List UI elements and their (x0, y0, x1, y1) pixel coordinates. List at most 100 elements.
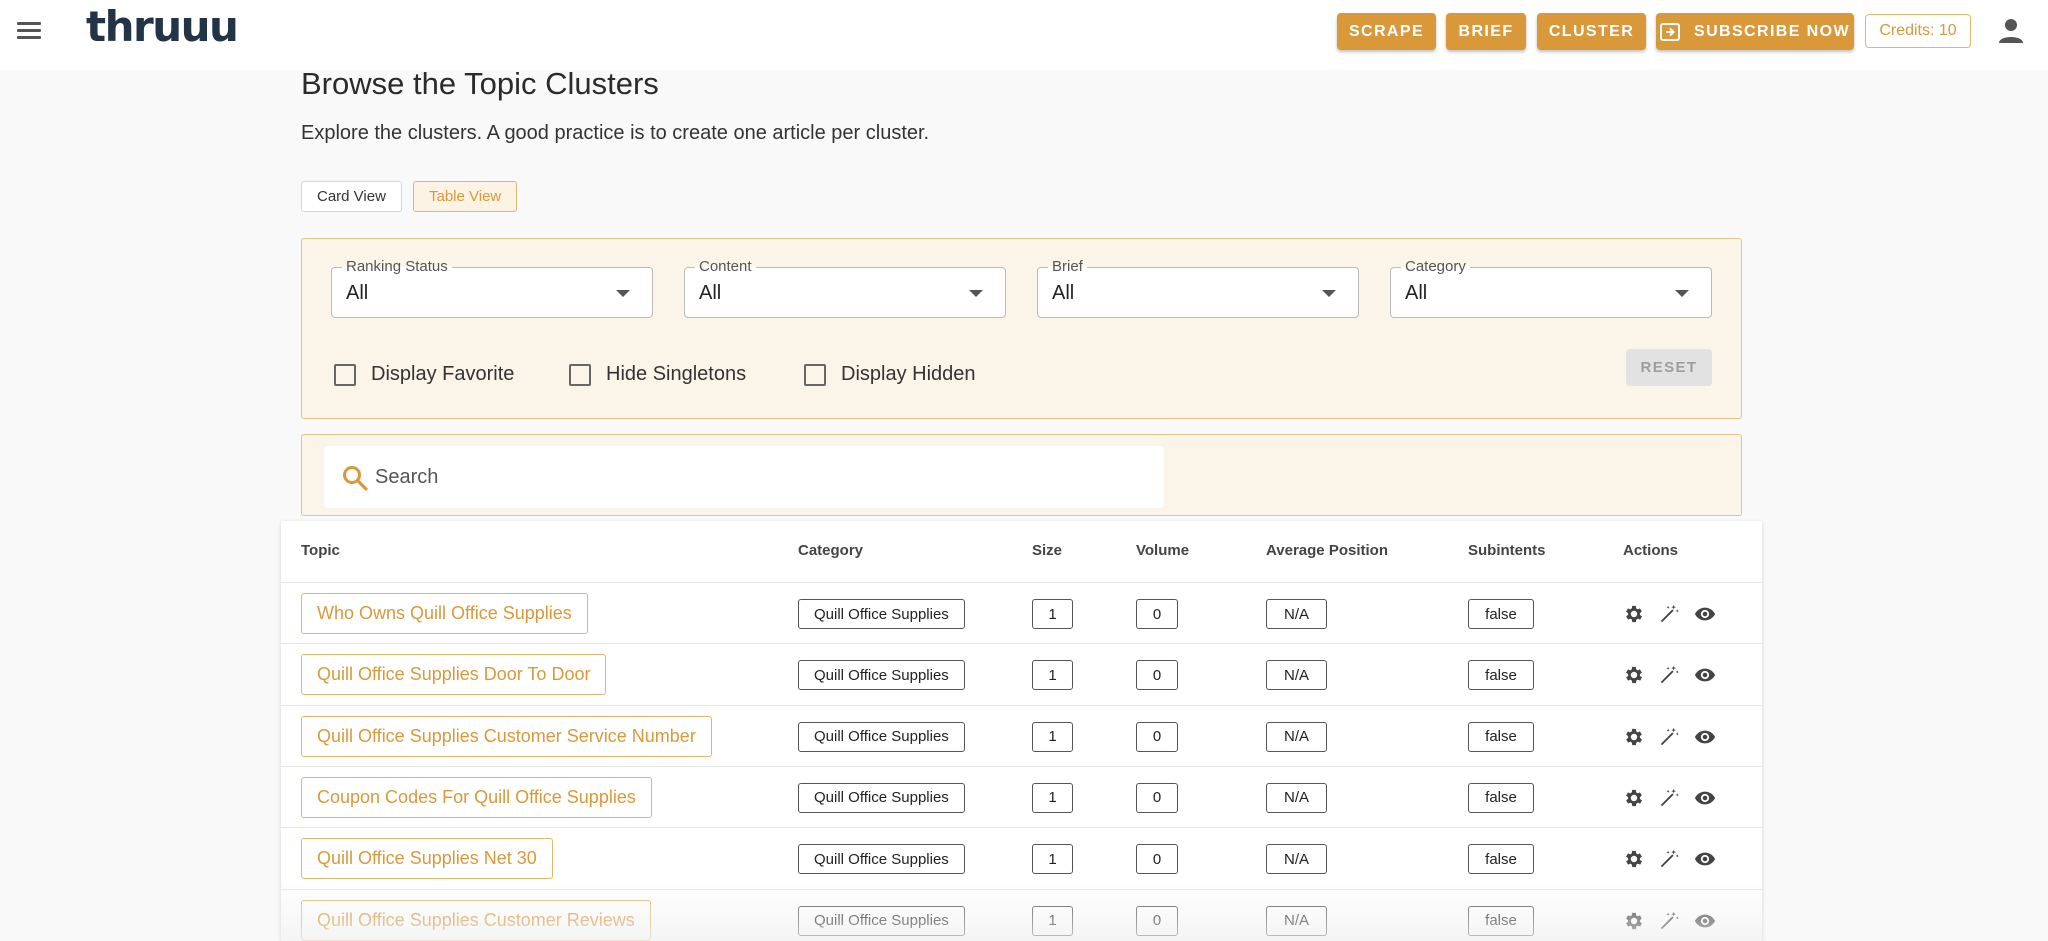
average-position-chip: N/A (1266, 783, 1327, 813)
checkbox-label: Display Favorite (371, 363, 514, 386)
topic-chip[interactable]: Quill Office Supplies Net 30 (301, 838, 553, 879)
volume-chip: 0 (1136, 906, 1178, 936)
category-chip: Quill Office Supplies (798, 599, 965, 629)
column-header-subintents[interactable]: Subintents (1468, 542, 1546, 559)
column-header-average-position[interactable]: Average Position (1266, 542, 1388, 559)
size-chip: 1 (1032, 783, 1073, 813)
subintents-chip: false (1468, 722, 1534, 752)
display-hidden-checkbox[interactable]: Display Hidden (804, 363, 976, 386)
category-select[interactable]: Category All (1390, 267, 1712, 318)
subintents-chip: false (1468, 599, 1534, 629)
checkbox-box[interactable] (804, 364, 826, 386)
column-header-volume[interactable]: Volume (1136, 542, 1189, 559)
average-position-chip: N/A (1266, 906, 1327, 936)
eye-icon[interactable] (1694, 910, 1716, 932)
volume-chip: 0 (1136, 844, 1178, 874)
clusters-table: Topic Category Size Volume Average Posit… (281, 521, 1762, 941)
eye-icon[interactable] (1694, 664, 1716, 686)
topic-chip[interactable]: Quill Office Supplies Door To Door (301, 654, 606, 695)
eye-icon[interactable] (1694, 787, 1716, 809)
eye-icon[interactable] (1694, 726, 1716, 748)
gear-icon[interactable] (1623, 726, 1645, 748)
cluster-button[interactable]: CLUSTER (1537, 13, 1646, 50)
category-chip: Quill Office Supplies (798, 844, 965, 874)
category-chip: Quill Office Supplies (798, 660, 965, 690)
table-row: Quill Office Supplies Door To Door Quill … (281, 643, 1762, 704)
subscribe-now-button[interactable]: SUBSCRIBE NOW (1656, 13, 1854, 50)
magic-wand-icon[interactable] (1658, 603, 1680, 625)
magic-wand-icon[interactable] (1658, 726, 1680, 748)
hamburger-menu-icon[interactable] (14, 18, 46, 44)
magic-wand-icon[interactable] (1658, 787, 1680, 809)
logo[interactable]: thruuu (86, 2, 237, 51)
subscribe-now-label: SUBSCRIBE NOW (1694, 23, 1850, 41)
gear-icon[interactable] (1623, 664, 1645, 686)
average-position-chip: N/A (1266, 722, 1327, 752)
gear-icon[interactable] (1623, 603, 1645, 625)
subintents-chip: false (1468, 906, 1534, 936)
search-box[interactable] (324, 446, 1164, 508)
login-icon (1660, 23, 1680, 41)
caret-down-icon (1675, 290, 1689, 297)
select-value: All (1052, 282, 1074, 305)
select-label: Brief (1048, 258, 1087, 275)
column-header-size[interactable]: Size (1032, 542, 1062, 559)
volume-chip: 0 (1136, 660, 1178, 690)
subintents-chip: false (1468, 660, 1534, 690)
ranking-status-select[interactable]: Ranking Status All (331, 267, 653, 318)
subintents-chip: false (1468, 783, 1534, 813)
average-position-chip: N/A (1266, 599, 1327, 629)
topic-chip[interactable]: Quill Office Supplies Customer Service N… (301, 716, 712, 757)
average-position-chip: N/A (1266, 844, 1327, 874)
eye-icon[interactable] (1694, 603, 1716, 625)
magic-wand-icon[interactable] (1658, 664, 1680, 686)
select-label: Content (695, 258, 756, 275)
display-favorite-checkbox[interactable]: Display Favorite (334, 363, 514, 386)
category-chip: Quill Office Supplies (798, 722, 965, 752)
size-chip: 1 (1032, 844, 1073, 874)
credits-badge[interactable]: Credits: 10 (1865, 14, 1971, 48)
column-header-actions: Actions (1623, 542, 1678, 559)
column-header-category[interactable]: Category (798, 542, 863, 559)
select-label: Category (1401, 258, 1470, 275)
scrape-button[interactable]: SCRAPE (1337, 13, 1436, 50)
page-title: Browse the Topic Clusters (301, 66, 659, 102)
size-chip: 1 (1032, 906, 1073, 936)
volume-chip: 0 (1136, 783, 1178, 813)
magic-wand-icon[interactable] (1658, 848, 1680, 870)
table-row: Quill Office Supplies Net 30 Quill Office… (281, 827, 1762, 888)
caret-down-icon (1322, 290, 1336, 297)
checkbox-box[interactable] (334, 364, 356, 386)
table-row: Quill Office Supplies Customer Service N… (281, 705, 1762, 766)
topic-chip[interactable]: Who Owns Quill Office Supplies (301, 593, 588, 634)
card-view-button[interactable]: Card View (301, 181, 402, 212)
topic-chip[interactable]: Quill Office Supplies Customer Reviews (301, 900, 651, 941)
gear-icon[interactable] (1623, 787, 1645, 809)
average-position-chip: N/A (1266, 660, 1327, 690)
size-chip: 1 (1032, 722, 1073, 752)
checkbox-label: Display Hidden (841, 363, 976, 386)
topic-chip[interactable]: Coupon Codes For Quill Office Supplies (301, 777, 652, 818)
select-label: Ranking Status (342, 258, 452, 275)
brief-button[interactable]: BRIEF (1446, 13, 1526, 50)
magic-wand-icon[interactable] (1658, 910, 1680, 932)
eye-icon[interactable] (1694, 848, 1716, 870)
content-select[interactable]: Content All (684, 267, 1006, 318)
volume-chip: 0 (1136, 722, 1178, 752)
table-row: Who Owns Quill Office Supplies Quill Offi… (281, 582, 1762, 643)
checkbox-label: Hide Singletons (606, 363, 746, 386)
hide-singletons-checkbox[interactable]: Hide Singletons (569, 363, 746, 386)
caret-down-icon (969, 290, 983, 297)
checkbox-box[interactable] (569, 364, 591, 386)
table-view-button[interactable]: Table View (413, 181, 517, 212)
select-value: All (346, 282, 368, 305)
search-input[interactable] (375, 462, 1135, 492)
brief-select[interactable]: Brief All (1037, 267, 1359, 318)
account-icon[interactable] (1996, 16, 2026, 46)
caret-down-icon (616, 290, 630, 297)
reset-button[interactable]: RESET (1626, 349, 1712, 386)
column-header-topic[interactable]: Topic (301, 542, 340, 559)
page-subtitle: Explore the clusters. A good practice is… (301, 122, 929, 145)
gear-icon[interactable] (1623, 848, 1645, 870)
gear-icon[interactable] (1623, 910, 1645, 932)
